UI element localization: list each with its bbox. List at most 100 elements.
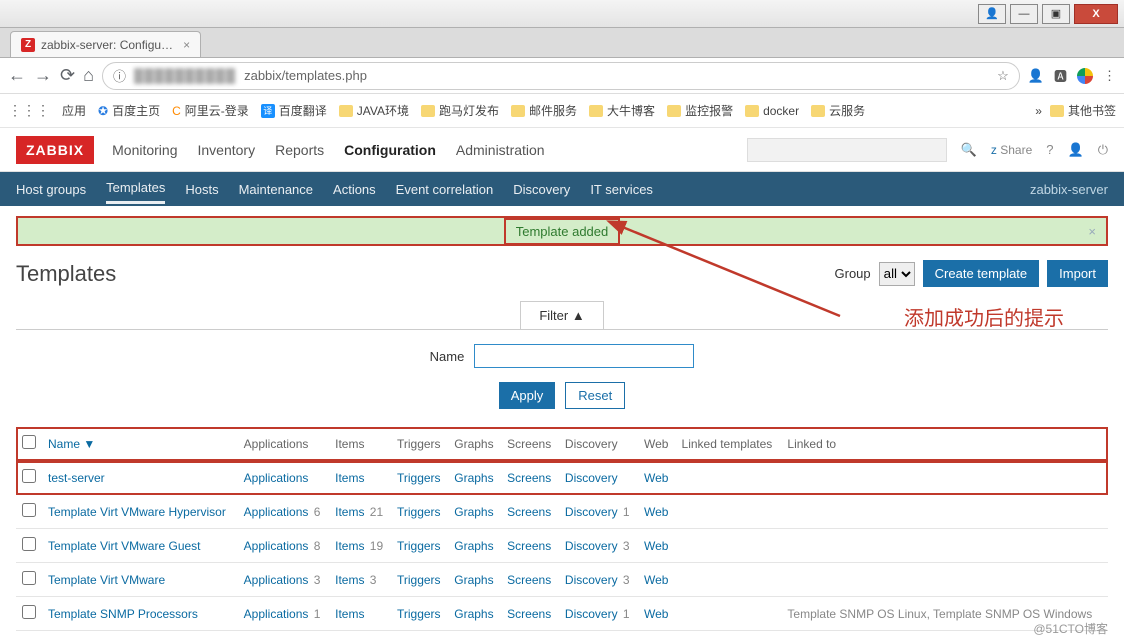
triggers-link[interactable]: Triggers	[397, 505, 441, 519]
bookmark-overflow-icon[interactable]: »	[1035, 104, 1042, 118]
web-link[interactable]: Web	[644, 607, 668, 621]
triggers-link[interactable]: Triggers	[397, 539, 441, 553]
applications-link[interactable]: Applications	[244, 573, 309, 587]
triggers-link[interactable]: Triggers	[397, 573, 441, 587]
translate-icon[interactable]: 🅰	[1054, 66, 1067, 85]
items-link[interactable]: Items	[335, 573, 364, 587]
row-checkbox[interactable]	[22, 605, 36, 619]
sub-it-services[interactable]: IT services	[590, 182, 653, 197]
bookmark-folder[interactable]: 云服务	[811, 102, 865, 119]
sub-host-groups[interactable]: Host groups	[16, 182, 86, 197]
menu-reports[interactable]: Reports	[275, 142, 324, 158]
screens-link[interactable]: Screens	[507, 607, 551, 621]
share-link[interactable]: z Share	[991, 143, 1032, 157]
discovery-link[interactable]: Discovery	[565, 539, 618, 553]
profile-icon[interactable]: 👤	[1028, 68, 1044, 84]
discovery-link[interactable]: Discovery	[565, 471, 618, 485]
browser-menu-icon[interactable]: ⋮	[1103, 68, 1116, 84]
browser-tab-active[interactable]: Z zabbix-server: Configu… ×	[10, 31, 201, 57]
template-name-link[interactable]: test-server	[48, 471, 105, 485]
web-link[interactable]: Web	[644, 505, 668, 519]
triggers-link[interactable]: Triggers	[397, 471, 441, 485]
graphs-link[interactable]: Graphs	[454, 471, 493, 485]
items-link[interactable]: Items	[335, 539, 364, 553]
sub-actions[interactable]: Actions	[333, 182, 376, 197]
reload-icon[interactable]: ⟳	[60, 65, 75, 86]
web-link[interactable]: Web	[644, 573, 668, 587]
window-maximize[interactable]: ▣	[1042, 4, 1070, 24]
col-name[interactable]: Name ▼	[42, 427, 238, 461]
apps-icon[interactable]: ⋮⋮⋮	[8, 102, 50, 119]
template-name-link[interactable]: Template Virt VMware Hypervisor	[48, 505, 226, 519]
triggers-link[interactable]: Triggers	[397, 607, 441, 621]
screens-link[interactable]: Screens	[507, 539, 551, 553]
template-name-link[interactable]: Template Virt VMware Guest	[48, 539, 201, 553]
sub-templates[interactable]: Templates	[106, 180, 165, 204]
star-icon[interactable]: ☆	[997, 68, 1009, 84]
import-button[interactable]: Import	[1047, 260, 1108, 287]
create-template-button[interactable]: Create template	[923, 260, 1040, 287]
sub-event-correlation[interactable]: Event correlation	[396, 182, 494, 197]
apply-button[interactable]: Apply	[499, 382, 556, 409]
screens-link[interactable]: Screens	[507, 573, 551, 587]
applications-link[interactable]: Applications	[244, 471, 309, 485]
sub-hosts[interactable]: Hosts	[185, 182, 218, 197]
group-select[interactable]: all	[879, 262, 915, 286]
reset-button[interactable]: Reset	[565, 382, 625, 409]
home-icon[interactable]: ⌂	[83, 65, 94, 86]
template-name-link[interactable]: Template SNMP Processors	[48, 607, 198, 621]
filter-toggle[interactable]: Filter ▲	[520, 301, 603, 329]
address-bar[interactable]: ⓘ ██████████ zabbix/templates.php ☆	[102, 62, 1020, 90]
bookmark-folder[interactable]: docker	[745, 104, 799, 118]
graphs-link[interactable]: Graphs	[454, 573, 493, 587]
search-icon[interactable]: 🔍	[961, 142, 977, 158]
row-checkbox[interactable]	[22, 469, 36, 483]
bookmark-folder[interactable]: 跑马灯发布	[421, 102, 499, 119]
logout-icon[interactable]: ⏻	[1098, 142, 1108, 158]
filter-name-input[interactable]	[474, 344, 694, 368]
graphs-link[interactable]: Graphs	[454, 607, 493, 621]
other-bookmarks[interactable]: 其他书签	[1050, 102, 1116, 119]
bookmark-folder[interactable]: 大牛博客	[589, 102, 655, 119]
menu-monitoring[interactable]: Monitoring	[112, 142, 177, 158]
screens-link[interactable]: Screens	[507, 505, 551, 519]
back-icon[interactable]: ←	[8, 65, 26, 86]
tab-close-icon[interactable]: ×	[183, 38, 190, 52]
site-info-icon[interactable]: ⓘ	[113, 66, 126, 85]
select-all-checkbox[interactable]	[22, 435, 36, 449]
row-checkbox[interactable]	[22, 503, 36, 517]
help-icon[interactable]: ?	[1046, 142, 1053, 157]
web-link[interactable]: Web	[644, 539, 668, 553]
bookmark-item[interactable]: 译百度翻译	[261, 102, 327, 119]
items-link[interactable]: Items	[335, 505, 364, 519]
applications-link[interactable]: Applications	[244, 505, 309, 519]
graphs-link[interactable]: Graphs	[454, 505, 493, 519]
items-link[interactable]: Items	[335, 471, 364, 485]
apps-label[interactable]: 应用	[62, 102, 86, 119]
row-checkbox[interactable]	[22, 571, 36, 585]
discovery-link[interactable]: Discovery	[565, 505, 618, 519]
sub-discovery[interactable]: Discovery	[513, 182, 570, 197]
global-search-input[interactable]	[747, 138, 947, 162]
alert-close-icon[interactable]: ×	[1088, 224, 1096, 239]
template-name-link[interactable]: Template Virt VMware	[48, 573, 165, 587]
row-checkbox[interactable]	[22, 537, 36, 551]
graphs-link[interactable]: Graphs	[454, 539, 493, 553]
web-link[interactable]: Web	[644, 471, 668, 485]
bookmark-folder[interactable]: JAVA环境	[339, 102, 409, 119]
applications-link[interactable]: Applications	[244, 539, 309, 553]
window-minimize[interactable]: —	[1010, 4, 1038, 24]
bookmark-folder[interactable]: 邮件服务	[511, 102, 577, 119]
items-link[interactable]: Items	[335, 607, 364, 621]
discovery-link[interactable]: Discovery	[565, 573, 618, 587]
discovery-link[interactable]: Discovery	[565, 607, 618, 621]
menu-inventory[interactable]: Inventory	[198, 142, 256, 158]
bookmark-item[interactable]: ✪百度主页	[98, 102, 160, 119]
forward-icon[interactable]: →	[34, 65, 52, 86]
bookmark-folder[interactable]: 监控报警	[667, 102, 733, 119]
sub-maintenance[interactable]: Maintenance	[239, 182, 313, 197]
menu-configuration[interactable]: Configuration	[344, 142, 436, 158]
extension-icon[interactable]	[1077, 68, 1093, 84]
menu-administration[interactable]: Administration	[456, 142, 545, 158]
screens-link[interactable]: Screens	[507, 471, 551, 485]
